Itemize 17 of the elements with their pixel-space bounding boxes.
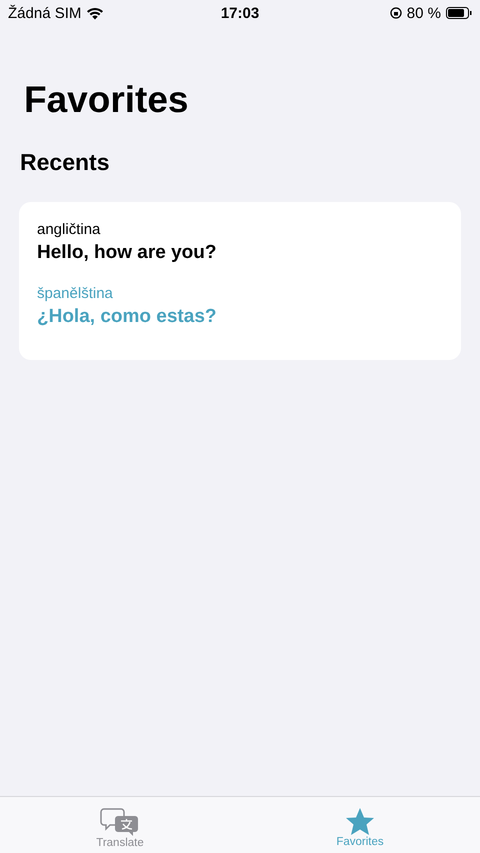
carrier-label: Žádná SIM (8, 4, 82, 22)
source-language: angličtina (37, 220, 100, 240)
battery-icon (446, 7, 472, 19)
clock-time: 17:03 (220, 4, 260, 22)
translation-card[interactable]: angličtina Hello, how are you? španělština ¿Hola, como estas? (19, 202, 461, 360)
target-phrase: ¿Hola, como estas? (37, 305, 216, 329)
star-icon (345, 807, 375, 836)
tab[interactable]: Translate (0, 797, 240, 853)
tab[interactable]: Favorites (240, 797, 480, 853)
section-heading: Recents (20, 148, 110, 176)
speech-bubbles-icon (100, 807, 140, 837)
rotation-lock-icon (390, 7, 402, 19)
source-phrase: Hello, how are you? (37, 241, 216, 265)
battery-percent: 80 % (406, 4, 441, 22)
target-language: španělština (37, 284, 113, 304)
wifi-icon (86, 6, 104, 20)
page-title: Favorites (24, 78, 189, 122)
